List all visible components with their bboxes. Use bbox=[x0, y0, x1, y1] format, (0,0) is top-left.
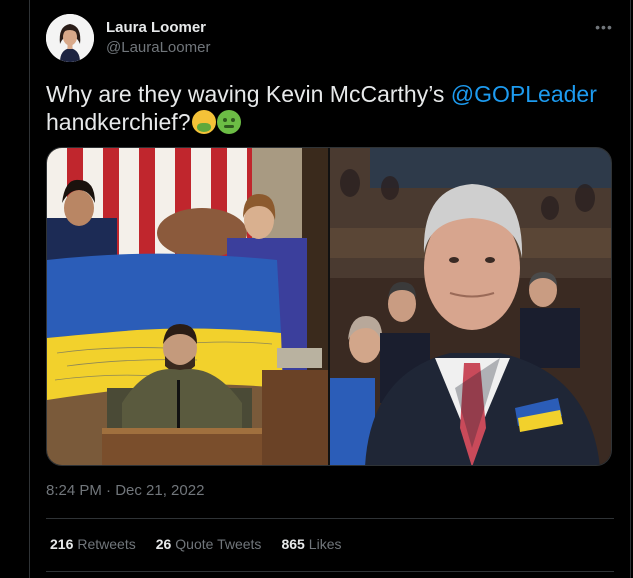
quote-tweets-count: 26 bbox=[155, 536, 172, 552]
tweet-text-part-2: handkerchief? bbox=[46, 109, 191, 135]
photo-chamber-scene bbox=[330, 148, 611, 465]
face-vomiting-emoji-icon bbox=[191, 110, 216, 134]
retweets-count: 216 bbox=[50, 536, 74, 552]
photo-right[interactable] bbox=[330, 148, 611, 465]
avatar[interactable] bbox=[46, 14, 94, 62]
photo-flag-scene bbox=[47, 148, 328, 465]
divider bbox=[46, 518, 614, 519]
quote-tweets-label: Quote Tweets bbox=[175, 536, 262, 552]
retweets-stat[interactable]: 216 Retweets bbox=[50, 536, 136, 552]
column-border-left bbox=[29, 0, 30, 578]
user-handle[interactable]: @LauraLoomer bbox=[106, 37, 210, 59]
ellipsis-icon: ••• bbox=[595, 19, 613, 35]
tweet-timestamp[interactable]: 8:24 PM · Dec 21, 2022 bbox=[46, 482, 204, 499]
column-border-right bbox=[630, 0, 631, 578]
retweets-label: Retweets bbox=[77, 536, 136, 552]
author-names: Laura Loomer @LauraLoomer bbox=[106, 19, 210, 59]
likes-stat[interactable]: 865 Likes bbox=[281, 536, 341, 552]
divider bbox=[46, 571, 614, 572]
photo-left[interactable] bbox=[47, 148, 328, 465]
tweet-stats: 216 Retweets 26 Quote Tweets 865 Likes bbox=[50, 536, 341, 552]
more-options-button[interactable]: ••• bbox=[593, 16, 615, 38]
likes-count: 865 bbox=[281, 536, 305, 552]
tweet-media[interactable] bbox=[46, 147, 612, 466]
nauseated-face-emoji-icon bbox=[216, 110, 241, 134]
tweet-text-part-1: Why are they waving Kevin McCarthy’s bbox=[46, 81, 451, 107]
tweet-header: Laura Loomer @LauraLoomer ••• bbox=[46, 14, 619, 64]
likes-label: Likes bbox=[308, 536, 342, 552]
tweet-page: Laura Loomer @LauraLoomer ••• Why are th… bbox=[0, 0, 633, 578]
quote-tweets-stat[interactable]: 26 Quote Tweets bbox=[156, 536, 262, 552]
tweet-text: Why are they waving Kevin McCarthy’s @GO… bbox=[46, 80, 616, 136]
display-name[interactable]: Laura Loomer bbox=[106, 19, 210, 37]
mention-link[interactable]: @GOPLeader bbox=[451, 81, 597, 107]
avatar-image bbox=[46, 14, 94, 62]
